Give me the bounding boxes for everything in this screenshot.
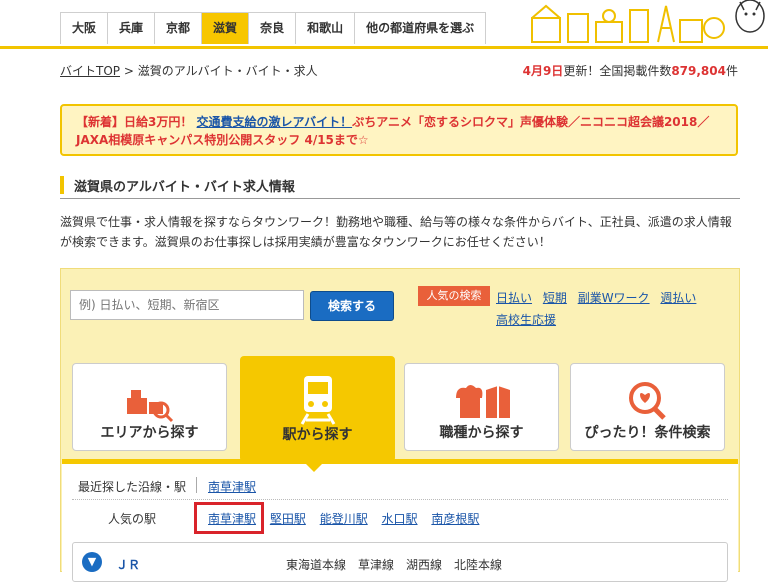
pref-tab-kyoto[interactable]: 京都 [155,13,203,44]
active-tab-pointer [304,462,324,472]
pref-tab-osaka[interactable]: 大阪 [61,13,109,44]
pref-tab-other[interactable]: 他の都道府県を選ぶ [355,13,485,44]
popular-search-links: 日払い 短期 副業Wワーク 週払い 高校生応援 [496,287,726,331]
listing-unit: 件 [725,64,738,78]
listing-count: 879,804 [671,64,726,78]
breadcrumb-separator: > [123,64,134,78]
recent-label: 最近探した沿線・駅 [78,480,187,494]
prefecture-tabs: 大阪 兵庫 京都 滋賀 奈良 和歌山 他の都道府県を選ぶ [60,12,487,44]
dotted-divider [72,499,728,500]
occupation-icon [455,385,510,418]
popular-link-high-school[interactable]: 高校生応援 [496,313,556,327]
update-date: 4月9日 [522,64,564,78]
line-list: 東海道本線 草津線 湖西線 北陸本線 [286,558,503,572]
breadcrumb-home-link[interactable]: バイトTOP [60,64,120,78]
station-link-katata[interactable]: 堅田駅 [270,512,306,526]
station-link-notogawa[interactable]: 能登川駅 [320,512,368,526]
popular-link-side-job[interactable]: 副業Wワーク [578,291,650,305]
recent-separator [196,477,197,493]
chevron-down-icon[interactable]: ▼ [82,552,102,572]
news-prefix: 【新着】日給3万円！ [76,115,193,129]
popular-link-short-term[interactable]: 短期 [543,291,567,305]
news-link-rare-job[interactable]: 交通費支給の激レアバイト！ [197,115,353,129]
breadcrumb-current: 滋賀のアルバイト・バイト・求人 [137,64,318,78]
search-button[interactable]: 検索する [310,291,394,321]
intro-text: 滋賀県で仕事・求人情報を探すならタウンワーク！勤務地や職種、給与等の様々な条件か… [60,215,732,249]
mascot-icon [735,0,765,33]
news-banner: 【新着】日給3万円！ 交通費支給の激レアバイト！ぷちアニメ「恋するシロクマ」声優… [60,104,738,156]
breadcrumb: バイトTOP > 滋賀のアルバイト・バイト・求人 [60,62,318,79]
card-station-search[interactable]: 駅から探す [240,356,395,462]
town-illustration-icon [531,0,765,43]
area-icon [126,390,173,423]
popular-search-badge: 人気の検索 [418,286,490,306]
section-heading: 滋賀県のアルバイト・バイト求人情報 [60,174,740,199]
top-bar: 大阪 兵庫 京都 滋賀 奈良 和歌山 他の都道府県を選ぶ [0,0,768,49]
card-occupation-search[interactable]: 職種から探す [404,363,559,451]
update-info: 4月9日更新！全国掲載件数879,804件 [523,62,738,79]
train-icon [300,376,335,425]
pref-tab-hyogo[interactable]: 兵庫 [108,13,156,44]
station-link-minakuchi[interactable]: 水口駅 [382,512,418,526]
update-text: 更新！全国掲載件数 [563,64,672,78]
search-input[interactable] [70,290,304,320]
card-area-search[interactable]: エリアから探す [72,363,227,451]
popular-link-weekly-pay[interactable]: 週払い [660,291,696,305]
card-condition-search[interactable]: ぴったり！条件検索 [570,363,725,451]
card-label-occupation: 職種から探す [439,425,524,441]
popular-link-daily-pay[interactable]: 日払い [496,291,532,305]
heading-accent-bar [60,176,64,194]
news-text-jaxa: JAXA相模原キャンパス特別公開スタッフ 4/15まで☆ [76,133,369,147]
pref-tab-nara[interactable]: 奈良 [249,13,297,44]
pref-tab-shiga[interactable]: 滋賀 [202,13,250,44]
recent-station-link[interactable]: 南草津駅 [208,478,256,495]
card-label-station: 駅から探す [282,427,353,443]
section-title: 滋賀県のアルバイト・バイト求人情報 [74,180,295,195]
news-text-anime: ぷちアニメ「恋するシロクマ」声優体験／ニコニコ超会議2018／ [352,115,710,129]
popular-stations-label: 人気の駅 [108,512,157,526]
card-label-condition: ぴったり！条件検索 [584,425,711,441]
condition-icon [628,382,666,420]
card-label-area: エリアから探す [100,425,199,441]
line-group-name: ＪＲ [116,558,141,572]
highlight-box [194,502,264,534]
station-link-minami-hikone[interactable]: 南彦根駅 [431,512,479,526]
pref-tab-wakayama[interactable]: 和歌山 [296,13,356,44]
